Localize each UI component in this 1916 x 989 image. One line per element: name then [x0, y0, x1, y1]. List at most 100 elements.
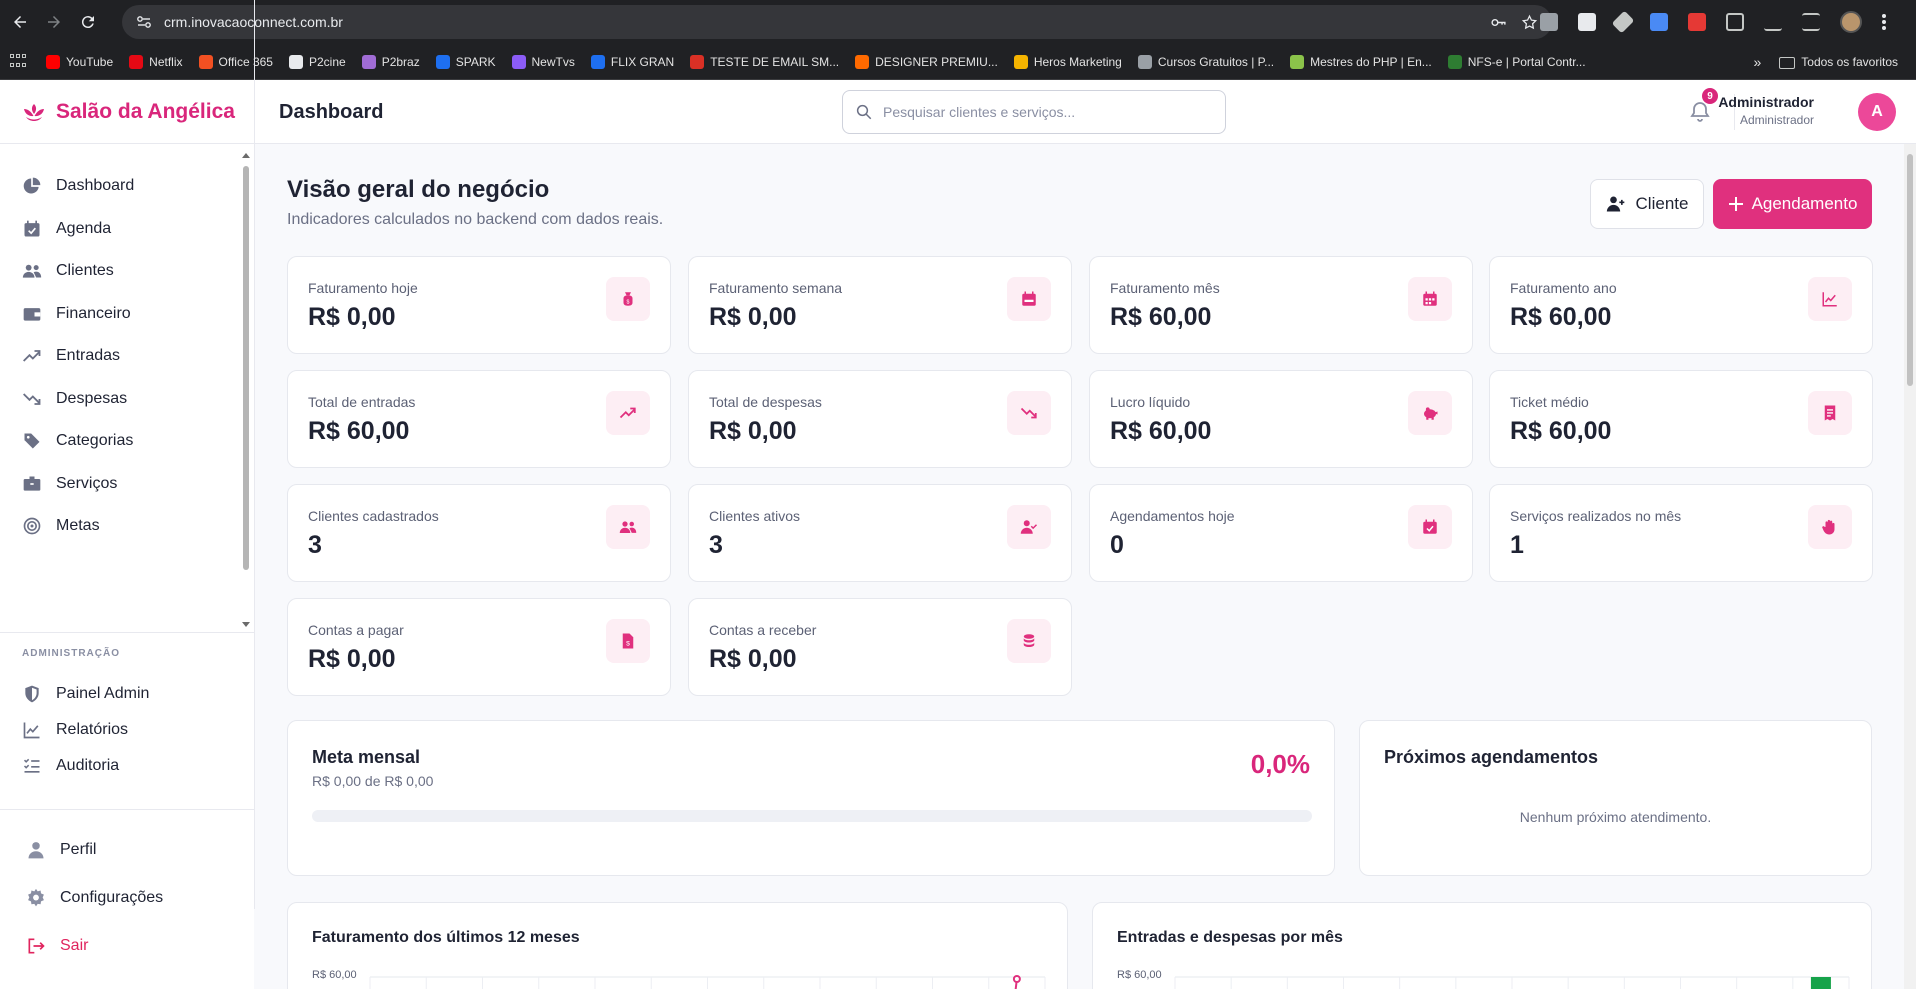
bookmark-item[interactable]: FLIX GRAN — [590, 54, 674, 69]
revenue-data-point[interactable] — [1012, 975, 1021, 983]
kpi-card: Serviços realizados no mês 1 — [1489, 484, 1873, 582]
bookmark-item[interactable]: Netflix — [129, 54, 183, 69]
apps-grid-icon[interactable] — [10, 53, 26, 70]
sidebar: Dashboard Agenda Clientes Financeiro Entrada… — [0, 144, 254, 989]
calendar-week-icon — [1022, 291, 1036, 306]
extensions-bar — [1540, 0, 1886, 44]
sidebar-item-perfil[interactable]: Perfil — [26, 830, 246, 870]
site-settings-icon[interactable] — [136, 14, 152, 30]
user-menu[interactable]: Administrador Administrador — [1718, 94, 1814, 127]
bookmark-star-icon[interactable] — [1521, 14, 1538, 31]
download-icon[interactable] — [1764, 13, 1782, 31]
kpi-value: 0 — [1110, 531, 1124, 559]
bookmark-item[interactable]: Cursos Gratuitos | P... — [1137, 54, 1274, 69]
sidebar-item-painel-admin[interactable]: Painel Admin — [22, 674, 242, 714]
new-appointment-label: Agendamento — [1751, 194, 1858, 213]
kpi-value: 3 — [308, 531, 322, 559]
income-bar[interactable] — [1810, 977, 1831, 989]
sidebar-divider-bottom — [0, 809, 254, 810]
new-appointment-button[interactable]: Agendamento — [1713, 179, 1872, 229]
sidebar-item-entradas[interactable]: Entradas — [22, 336, 242, 376]
kpi-card: Faturamento mês R$ 60,00 — [1089, 256, 1473, 354]
kpi-card: Clientes cadastrados 3 — [287, 484, 671, 582]
bookmarks-bar: YouTube Netflix Office 365 P2cine P2braz SPAR… — [0, 44, 1916, 80]
profile-avatar-icon[interactable] — [1840, 11, 1862, 33]
main-scrollbar[interactable] — [1904, 144, 1916, 989]
kpi-icon-badge — [1808, 391, 1852, 435]
kpi-icon-badge — [1808, 505, 1852, 549]
bookmark-label: NewTvs — [531, 54, 575, 69]
kpi-value: R$ 0,00 — [709, 417, 797, 445]
sidebar-item-servicos[interactable]: Serviços — [22, 464, 242, 504]
calendar-check-icon — [24, 220, 40, 236]
kpi-icon-badge — [1408, 505, 1452, 549]
kpi-card: Total de despesas R$ 0,00 — [688, 370, 1072, 468]
sidebar-border — [254, 0, 255, 909]
bookmark-item[interactable]: NewTvs — [511, 54, 575, 69]
sidebar-item-auditoria[interactable]: Auditoria — [22, 746, 242, 786]
add-client-button[interactable]: Cliente — [1590, 179, 1704, 229]
bookmark-item[interactable]: Office 365 — [198, 54, 273, 69]
sidebar-scrollbar[interactable] — [242, 152, 250, 630]
bookmark-item[interactable]: NFS-e | Portal Contr... — [1447, 54, 1586, 69]
avatar[interactable]: A — [1858, 93, 1896, 131]
main-scroll-thumb[interactable] — [1907, 154, 1913, 386]
kpi-label: Faturamento hoje — [308, 280, 418, 296]
bookmark-item[interactable]: TESTE DE EMAIL SM... — [690, 54, 839, 69]
camera-extension-icon[interactable] — [1540, 13, 1558, 31]
bookmark-item[interactable]: DESIGNER PREMIU... — [855, 54, 998, 69]
sidebar-item-metas[interactable]: Metas — [22, 506, 242, 546]
bookmark-item[interactable]: Mestres do PHP | En... — [1290, 54, 1432, 69]
red-extension-icon[interactable] — [1688, 13, 1706, 31]
app-header: Salão da Angélica Dashboard Administrado… — [0, 80, 1916, 144]
bookmark-item[interactable]: Heros Marketing — [1013, 54, 1122, 69]
sidebar-item-relatorios[interactable]: Relatórios — [22, 710, 242, 750]
sidebar-item-despesas[interactable]: Despesas — [22, 379, 242, 419]
bookmark-label: Mestres do PHP | En... — [1310, 54, 1432, 69]
sidebar-item-dashboard[interactable]: Dashboard — [22, 166, 242, 206]
bookmark-item[interactable]: YouTube — [46, 54, 113, 69]
trend-up-icon — [23, 350, 41, 362]
back-button[interactable] — [6, 8, 34, 36]
notification-badge: 9 — [1702, 88, 1718, 104]
sidebar-item-sair[interactable]: Sair — [26, 926, 246, 966]
bookmark-favicon-icon — [690, 54, 705, 69]
sidebar-item-configuracoes[interactable]: Configurações — [26, 878, 246, 918]
kpi-label: Contas a receber — [709, 622, 817, 638]
sidebar-item-clientes[interactable]: Clientes — [22, 251, 242, 291]
kpi-icon-badge — [1408, 391, 1452, 435]
address-bar[interactable]: crm.inovacaoconnect.com.br — [122, 5, 1552, 39]
more-bookmarks-icon[interactable]: » — [1753, 54, 1761, 70]
sidebar-scroll-thumb[interactable] — [243, 166, 249, 570]
kpi-icon-badge — [606, 391, 650, 435]
sheet-extension-icon[interactable] — [1578, 13, 1596, 31]
bookmark-item[interactable]: P2braz — [361, 54, 420, 69]
puzzle-extensions-icon[interactable] — [1726, 13, 1744, 31]
sidebar-item-agenda[interactable]: Agenda — [22, 209, 242, 249]
search-input[interactable] — [883, 104, 1203, 120]
reload-button[interactable] — [74, 8, 102, 36]
bookmark-favicon-icon — [198, 54, 213, 69]
eyedropper-extension-icon[interactable] — [1611, 10, 1635, 34]
bookmark-item[interactable]: SPARK — [435, 54, 496, 69]
scroll-down-icon[interactable] — [242, 620, 250, 628]
chart-pie-icon — [23, 177, 41, 194]
search-box[interactable] — [842, 90, 1226, 134]
sidebar-item-categorias[interactable]: Categorias — [22, 421, 242, 461]
sidebar-item-financeiro[interactable]: Financeiro — [22, 294, 242, 334]
bookmark-favicon-icon — [288, 54, 303, 69]
goal-progress-bar — [312, 810, 1312, 822]
password-key-icon[interactable] — [1490, 14, 1507, 31]
scroll-up-icon[interactable] — [242, 152, 250, 160]
brand-logo[interactable]: Salão da Angélica — [22, 80, 235, 144]
all-bookmarks-folder[interactable]: Todos os favoritos — [1779, 55, 1898, 69]
sidebar-item-label: Painel Admin — [56, 685, 150, 702]
document-extension-icon[interactable] — [1650, 13, 1668, 31]
reading-list-icon[interactable] — [1802, 13, 1820, 31]
sidebar-item-label: Metas — [56, 517, 100, 534]
forward-button[interactable] — [40, 8, 68, 36]
browser-menu-icon[interactable] — [1882, 14, 1886, 30]
bookmark-item[interactable]: P2cine — [288, 54, 346, 69]
kpi-icon-badge — [1007, 391, 1051, 435]
kpi-label: Total de despesas — [709, 394, 822, 410]
